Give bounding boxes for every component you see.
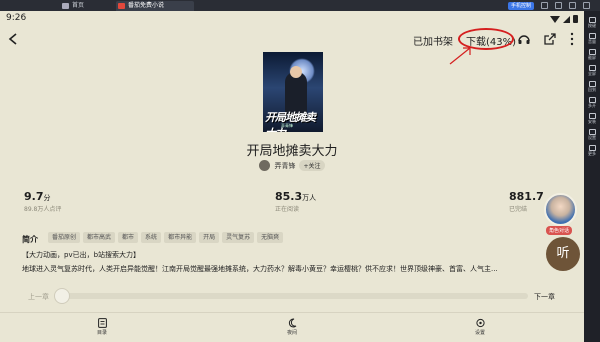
toolbar-label: 全屏 — [588, 71, 596, 76]
stat-value: 881.7 — [509, 190, 544, 203]
chapter-progress-thumb[interactable] — [54, 288, 70, 304]
readers-stat: 85.3万人 正在阅读 — [275, 190, 316, 213]
bottom-label: 设置 — [474, 330, 485, 336]
app-icon — [118, 3, 125, 9]
share-icon[interactable] — [543, 32, 557, 46]
book-title: 开局地摊卖大力 — [246, 144, 338, 159]
toolbar-item-settings[interactable]: 设置 — [588, 129, 596, 140]
catalog-icon — [97, 318, 107, 328]
emulator-tab-home[interactable]: 首页 — [60, 1, 110, 11]
toolbar-item-keys[interactable]: 按键 — [588, 17, 596, 28]
maximize-icon[interactable] — [569, 2, 576, 9]
bottom-label: 目录 — [96, 330, 107, 336]
settings-button[interactable]: 设置 — [460, 318, 500, 336]
cover-author-art: 弄青锋 — [281, 123, 293, 128]
stat-caption: 89.8万人点评 — [24, 206, 62, 213]
intro-line-1: 【大力动画，pv已出，b站搜索大力】 — [22, 251, 141, 259]
toolbar-item-fullscreen[interactable]: 全屏 — [588, 65, 596, 76]
status-bar: 9:26 — [0, 11, 584, 27]
more-vertical-icon[interactable] — [570, 32, 574, 46]
headphones-icon[interactable] — [517, 32, 531, 46]
tag-item[interactable]: 开局 — [199, 232, 220, 243]
tag-item[interactable]: 都市异能 — [164, 232, 197, 243]
stat-value: 85.3 — [275, 190, 303, 203]
toolbar-item-screenshot[interactable]: 截屏 — [588, 49, 596, 60]
stat-value: 9.7 — [24, 190, 44, 203]
stat-caption: 正在阅读 — [275, 206, 300, 213]
toolbar-label: 音量 — [588, 39, 596, 44]
emulator-controls: 手机控制 — [507, 1, 590, 10]
author-avatar[interactable] — [259, 160, 271, 171]
minimize-icon[interactable] — [555, 2, 562, 9]
cover-head — [290, 66, 302, 78]
toolbar-item-multi[interactable]: 多开 — [588, 97, 596, 108]
added-to-shelf-button[interactable]: 已加书架 — [413, 33, 453, 48]
night-mode-button[interactable]: 夜间 — [272, 318, 312, 336]
toolbar-label: 多开 — [588, 103, 596, 108]
stat-caption: 已完结 — [509, 206, 528, 213]
divider — [0, 312, 584, 313]
moon-icon — [288, 318, 296, 328]
character-chat-label[interactable]: 角色对话 — [546, 226, 573, 235]
toolbar-label: 安装 — [588, 119, 596, 124]
prev-chapter-button[interactable]: 上一章 — [28, 292, 49, 302]
status-time: 9:26 — [6, 13, 27, 23]
book-cover[interactable]: 开局地摊卖大力 弄青锋 — [263, 52, 323, 132]
stat-unit: 分 — [43, 194, 51, 202]
tag-item[interactable]: 灵气复苏 — [222, 232, 255, 243]
emulator-tab-app[interactable]: 番茄免费小说 — [116, 1, 194, 11]
status-icons — [550, 15, 578, 23]
next-chapter-button[interactable]: 下一章 — [534, 292, 555, 302]
tag-item[interactable]: 无脑爽 — [257, 232, 284, 243]
emulator-tab-label: 番茄免费小说 — [128, 2, 165, 9]
author-name[interactable]: 弄青锋 — [274, 161, 295, 171]
bottom-label: 夜间 — [286, 330, 297, 336]
toolbar-label: 按键 — [588, 23, 596, 28]
toolbar-label: 回到 — [588, 87, 596, 92]
rating-stat[interactable]: 9.7分 89.8万人点评 — [24, 190, 61, 213]
wordcount-stat: 881.7 已完结 — [509, 190, 544, 213]
toolbar-label: 更多 — [588, 151, 596, 156]
wifi-icon — [550, 15, 560, 23]
listen-button[interactable]: 听 — [546, 237, 580, 271]
toolbar-item-volume[interactable]: 音量 — [588, 33, 596, 44]
cover-title-art: 开局地摊卖大力 — [265, 111, 316, 132]
emulator-side-toolbar: 按键 音量 截屏 全屏 回到 多开 安装 设置 更多 — [584, 11, 600, 342]
toolbar-label: 截屏 — [588, 55, 596, 60]
intro-heading: 简介 — [22, 235, 38, 244]
back-arrow-icon[interactable] — [8, 33, 18, 45]
annotation-arrow-icon — [449, 47, 471, 65]
toolbar-label: 设置 — [588, 135, 596, 140]
character-chat-avatar[interactable] — [544, 193, 577, 226]
tag-list: 番茄原创 都市高武 都市 系统 都市异能 开局 灵气复苏 无脑爽 — [48, 232, 284, 243]
catalog-button[interactable]: 目录 — [82, 318, 122, 336]
tag-item[interactable]: 都市高武 — [83, 232, 116, 243]
chapter-progress-track[interactable] — [58, 293, 528, 299]
tag-item[interactable]: 番茄原创 — [48, 232, 81, 243]
author-row: 弄青锋 +关注 — [0, 160, 584, 171]
phone-control-button[interactable]: 手机控制 — [507, 1, 534, 10]
battery-icon — [573, 15, 578, 23]
menu-icon[interactable] — [541, 2, 548, 9]
toolbar-item-back[interactable]: 回到 — [588, 81, 596, 92]
toolbar-item-more[interactable]: 更多 — [588, 145, 596, 156]
tag-item[interactable]: 系统 — [141, 232, 162, 243]
follow-button[interactable]: +关注 — [299, 160, 325, 171]
toolbar-item-install[interactable]: 安装 — [588, 113, 596, 124]
home-icon — [62, 3, 69, 9]
signal-icon — [563, 15, 570, 23]
emulator-tab-label: 首页 — [72, 2, 85, 9]
intro-line-2[interactable]: 地球进入灵气复苏时代，人类开启异能觉醒！江南开局觉醒最强地摊系统，大力药水？解毒… — [22, 264, 542, 274]
stat-unit: 万人 — [302, 194, 317, 202]
close-icon[interactable] — [583, 2, 590, 9]
settings-icon — [475, 318, 485, 328]
emulator-tab-bar: 首页 番茄免费小说 手机控制 — [0, 0, 600, 11]
tag-item[interactable]: 都市 — [118, 232, 139, 243]
